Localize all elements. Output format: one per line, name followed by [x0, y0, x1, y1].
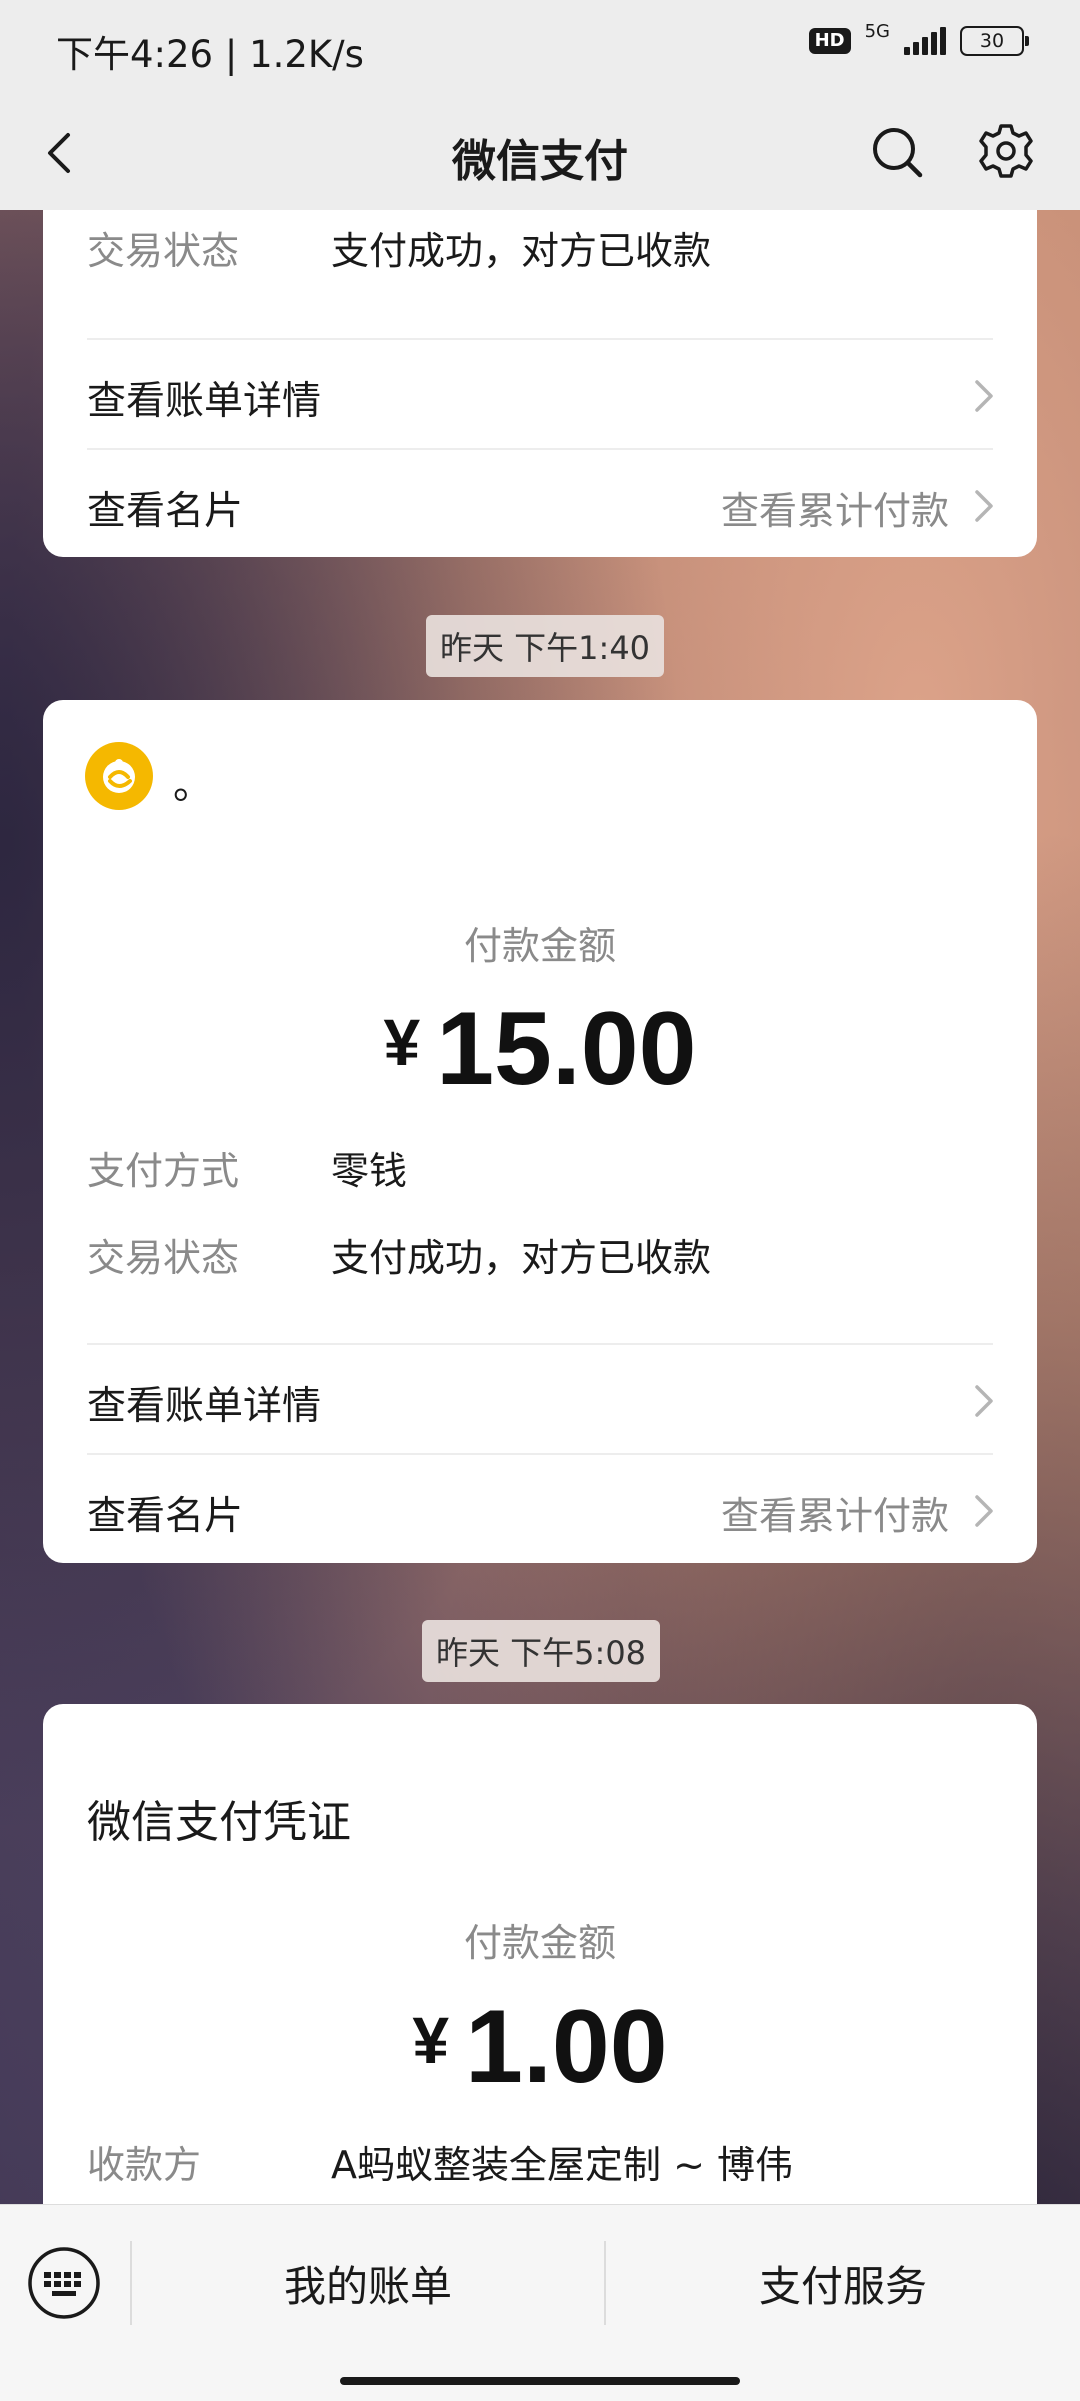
cumulative-payment-label: 查看累计付款 — [720, 1494, 949, 1538]
payee-value: A蚂蚁整装全屋定制 ~ 博伟 — [331, 2143, 793, 2187]
method-value: 零钱 — [331, 1149, 408, 1193]
view-card-label: 查看名片 — [87, 1494, 244, 1539]
status-time: 下午4:26 | 1.2K/s — [56, 33, 364, 76]
payment-card-1: 交易状态 支付成功，对方已收款 查看账单详情 查看名片 查看累计付款 — [43, 190, 1037, 557]
status-icons: HD 5G 30 — [808, 21, 1029, 56]
status-value: 支付成功，对方已收款 — [331, 229, 712, 273]
currency-symbol: ¥ — [412, 2003, 450, 2077]
bill-detail-label: 查看账单详情 — [87, 1384, 322, 1429]
method-label: 支付方式 — [87, 1149, 240, 1193]
view-card-row[interactable]: 查看名片 查看累计付款 — [43, 450, 1037, 560]
payment-service-button[interactable]: 支付服务 — [606, 2253, 1080, 2314]
chevron-right-icon — [975, 1385, 993, 1417]
chevron-right-icon — [975, 380, 993, 412]
merchant-avatar[interactable] — [85, 742, 153, 810]
merchant-name: 。 — [173, 762, 213, 808]
nav-bar: 微信支付 — [0, 95, 1080, 210]
gear-icon[interactable] — [976, 121, 1036, 181]
my-bills-button[interactable]: 我的账单 — [132, 2253, 604, 2314]
status-value: 支付成功，对方已收款 — [331, 1236, 712, 1280]
network-type: 5G — [864, 20, 890, 42]
keyboard-icon[interactable] — [26, 2245, 102, 2321]
chevron-right-icon — [975, 490, 993, 522]
timestamp-chip: 昨天 下午5:08 — [422, 1620, 661, 1682]
status-label: 交易状态 — [87, 229, 240, 273]
bill-detail-row[interactable]: 查看账单详情 — [43, 1345, 1037, 1455]
home-indicator[interactable] — [340, 2377, 740, 2385]
bill-detail-label: 查看账单详情 — [87, 379, 322, 424]
payment-card-2: 。 付款金额 ¥15.00 支付方式 零钱 交易状态 支付成功，对方已收款 查看… — [43, 700, 1037, 1563]
search-icon[interactable] — [868, 123, 926, 181]
voucher-title: 微信支付凭证 — [87, 1797, 351, 1848]
merchant-logo-icon — [103, 759, 135, 793]
amount-label: 付款金额 — [463, 924, 616, 968]
payment-card-3: 微信支付凭证 付款金额 ¥1.00 收款方 A蚂蚁整装全屋定制 ~ 博伟 — [43, 1704, 1037, 2264]
amount-value: 1.00 — [465, 1989, 668, 2105]
view-card-row[interactable]: 查看名片 查看累计付款 — [43, 1455, 1037, 1565]
signal-icon — [904, 27, 946, 55]
view-card-label: 查看名片 — [87, 489, 244, 534]
bill-detail-row[interactable]: 查看账单详情 — [43, 340, 1037, 450]
chevron-right-icon — [975, 1495, 993, 1527]
payment-amount: ¥1.00 — [43, 1988, 1037, 2107]
currency-symbol: ¥ — [383, 1005, 421, 1079]
amount-value: 15.00 — [436, 991, 697, 1107]
bottom-bar: 我的账单 支付服务 — [0, 2204, 1080, 2401]
status-label: 交易状态 — [87, 1236, 240, 1280]
battery-icon: 30 — [960, 26, 1029, 56]
hd-icon: HD — [808, 28, 851, 54]
timestamp-chip: 昨天 下午1:40 — [426, 615, 665, 677]
amount-label: 付款金额 — [463, 1921, 616, 1965]
cumulative-payment-label: 查看累计付款 — [720, 489, 949, 533]
battery-level: 30 — [979, 30, 1005, 52]
payee-label: 收款方 — [87, 2143, 202, 2187]
status-bar: 下午4:26 | 1.2K/s HD 5G 30 — [0, 0, 1080, 95]
payment-amount: ¥15.00 — [43, 990, 1037, 1109]
